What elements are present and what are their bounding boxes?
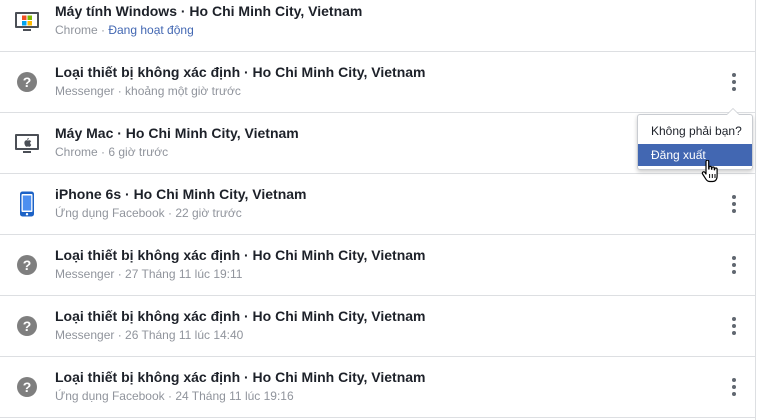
unknown-device-icon: ? [14, 69, 40, 95]
session-app: Chrome · [55, 23, 109, 37]
session-subtitle: Messenger · 26 Tháng 11 lúc 14:40 [55, 328, 243, 342]
session-list: Máy tính Windows · Ho Chi Minh City, Vie… [0, 0, 756, 420]
session-row-windows: Máy tính Windows · Ho Chi Minh City, Vie… [0, 0, 755, 52]
session-subtitle: Messenger · khoảng một giờ trước [55, 84, 241, 98]
session-title: Loại thiết bị không xác định · Ho Chi Mi… [55, 247, 426, 263]
unknown-device-icon: ? [14, 252, 40, 278]
session-time: 22 giờ trước [175, 206, 242, 220]
more-options-icon[interactable] [727, 376, 741, 398]
iphone-icon [14, 191, 40, 217]
log-out-menu-item[interactable]: Đăng xuất [638, 144, 752, 166]
session-row-unknown-4: ? Loại thiết bị không xác định · Ho Chi … [0, 357, 755, 418]
session-row-unknown-2: ? Loại thiết bị không xác định · Ho Chi … [0, 235, 755, 296]
session-title: iPhone 6s · Ho Chi Minh City, Vietnam [55, 186, 307, 202]
not-you-menu-item[interactable]: Không phải bạn? [638, 121, 752, 141]
session-app: Ứng dụng Facebook · [55, 389, 176, 403]
session-time: 26 Tháng 11 lúc 14:40 [125, 328, 244, 342]
session-options-menu: Không phải bạn? Đăng xuất [637, 108, 753, 170]
session-subtitle: Ứng dụng Facebook · 22 giờ trước [55, 206, 242, 220]
mac-desktop-icon [14, 130, 40, 156]
session-app: Chrome · [55, 145, 109, 159]
more-options-icon[interactable] [727, 254, 741, 276]
more-options-icon[interactable] [727, 193, 741, 215]
session-subtitle: Ứng dụng Facebook · 24 Tháng 11 lúc 19:1… [55, 389, 294, 403]
unknown-device-icon: ? [14, 313, 40, 339]
active-status-link[interactable]: Đang hoạt động [108, 23, 193, 37]
more-options-icon[interactable] [727, 71, 741, 93]
more-options-icon[interactable] [727, 315, 741, 337]
unknown-device-icon: ? [14, 374, 40, 400]
session-title: Máy Mac · Ho Chi Minh City, Vietnam [55, 125, 299, 141]
session-subtitle: Chrome · 6 giờ trước [55, 145, 168, 159]
session-time: 27 Tháng 11 lúc 19:11 [125, 267, 243, 281]
session-subtitle: Messenger · 27 Tháng 11 lúc 19:11 [55, 267, 242, 281]
session-app: Ứng dụng Facebook · [55, 206, 176, 220]
session-app: Messenger · [55, 328, 126, 342]
session-title: Loại thiết bị không xác định · Ho Chi Mi… [55, 308, 426, 324]
session-time: 24 Tháng 11 lúc 19:16 [175, 389, 294, 403]
session-app: Messenger · [55, 84, 126, 98]
session-title: Loại thiết bị không xác định · Ho Chi Mi… [55, 64, 426, 80]
session-time: 6 giờ trước [108, 145, 169, 159]
session-title: Loại thiết bị không xác định · Ho Chi Mi… [55, 369, 426, 385]
session-time: khoảng một giờ trước [125, 84, 241, 98]
session-app: Messenger · [55, 267, 126, 281]
session-row-iphone: iPhone 6s · Ho Chi Minh City, Vietnam Ứn… [0, 174, 755, 235]
hand-pointer-cursor-icon [700, 159, 720, 186]
session-row-unknown-3: ? Loại thiết bị không xác định · Ho Chi … [0, 296, 755, 357]
session-row-unknown-1: ? Loại thiết bị không xác định · Ho Chi … [0, 52, 755, 113]
session-title: Máy tính Windows · Ho Chi Minh City, Vie… [55, 3, 363, 19]
windows-desktop-icon [14, 8, 40, 34]
session-subtitle: Chrome · Đang hoạt động [55, 23, 194, 37]
